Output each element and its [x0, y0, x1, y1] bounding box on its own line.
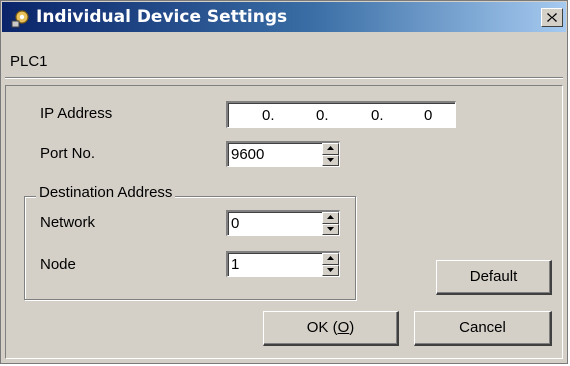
port-increment-button[interactable] [322, 143, 339, 155]
network-stepper[interactable]: 0 [226, 210, 340, 236]
device-name: PLC1 [10, 53, 48, 70]
cancel-button[interactable]: Cancel [414, 311, 552, 346]
node-value[interactable]: 1 [231, 256, 239, 273]
ip-octet-3[interactable]: 0. [371, 107, 384, 124]
cancel-button-label: Cancel [459, 319, 506, 336]
node-label: Node [40, 256, 76, 273]
network-value[interactable]: 0 [231, 215, 239, 232]
arrow-up-icon [327, 146, 334, 150]
close-icon [547, 13, 557, 22]
ip-address-label: IP Address [40, 105, 113, 122]
arrow-down-icon [327, 226, 334, 231]
destination-address-title: Destination Address [36, 184, 176, 201]
ip-octet-1[interactable]: 0. [262, 107, 275, 124]
ok-label-prefix: OK ( [306, 319, 338, 336]
ip-octet-4[interactable]: 0 [424, 107, 432, 124]
ok-button-label: OK (O) [307, 319, 355, 336]
node-stepper[interactable]: 1 [226, 251, 340, 277]
port-decrement-button[interactable] [322, 154, 339, 166]
ip-octet-2[interactable]: 0. [316, 107, 329, 124]
close-button[interactable] [541, 8, 563, 27]
ok-button[interactable]: OK (O) [263, 311, 399, 346]
device-settings-dialog: Individual Device Settings PLC1 IP Addre… [0, 0, 568, 364]
ok-label-suffix: ) [349, 319, 355, 336]
title-bar[interactable]: Individual Device Settings [2, 2, 566, 32]
arrow-down-icon [327, 157, 334, 162]
arrow-down-icon [327, 267, 334, 272]
port-label: Port No. [40, 145, 96, 162]
ip-address-field[interactable]: 0. 0. 0. 0 [226, 101, 456, 128]
network-increment-button[interactable] [322, 212, 339, 224]
port-stepper[interactable]: 9600 [226, 141, 340, 167]
header-divider [5, 77, 563, 79]
settings-gear-icon [11, 10, 29, 28]
window-title: Individual Device Settings [36, 7, 288, 27]
node-increment-button[interactable] [322, 253, 339, 265]
arrow-up-icon [327, 215, 334, 219]
default-button[interactable]: Default [436, 260, 552, 295]
arrow-up-icon [327, 256, 334, 260]
network-label: Network [40, 214, 96, 231]
default-button-label: Default [469, 268, 518, 285]
ok-label-mnemonic: O [337, 319, 350, 336]
port-value[interactable]: 9600 [231, 146, 264, 163]
node-decrement-button[interactable] [322, 264, 339, 276]
network-decrement-button[interactable] [322, 223, 339, 235]
